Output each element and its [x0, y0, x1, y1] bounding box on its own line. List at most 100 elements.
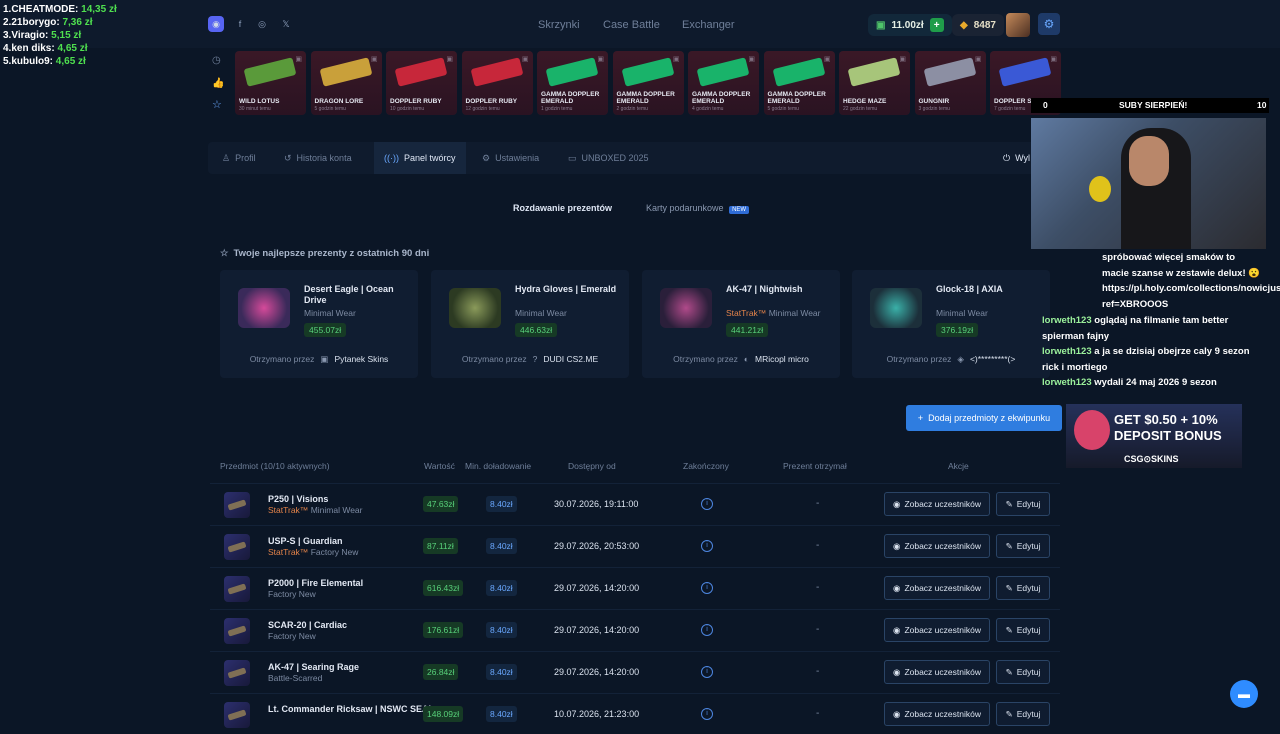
min-deposit: 8.40zł — [486, 538, 517, 554]
leaderboard-row: 2.21borygo: 7,36 zł — [3, 17, 93, 28]
nav-skrzynki[interactable]: Skrzynki — [538, 19, 580, 31]
case-icon: ▣ — [1050, 56, 1057, 63]
view-participants-button[interactable]: ◉ Zobacz uczestników — [884, 702, 990, 726]
live-drop-card[interactable]: ▣ DRAGON LORE 5 godzin temu — [310, 51, 382, 115]
subs-goal-bar: 0 SUBY SIERPIEŃ! 10 — [1031, 98, 1269, 113]
tab-logout[interactable]: ⏻ Wyl — [1003, 142, 1030, 174]
discord-icon[interactable]: ◉ — [208, 16, 224, 32]
subtab-gift-cards[interactable]: Karty podarunkowe NEW — [646, 203, 750, 214]
info-icon[interactable]: i — [701, 498, 713, 510]
edit-button[interactable]: ✎ Edytuj — [996, 576, 1050, 600]
info-icon[interactable]: i — [701, 582, 713, 594]
view-participants-button[interactable]: ◉ Zobacz uczestników — [884, 576, 990, 600]
live-drop-card[interactable]: ▣ GAMMA DOPPLER EMERALD 1 godzin temu — [537, 51, 608, 115]
eye-icon: ◉ — [893, 624, 901, 635]
info-icon[interactable]: i — [701, 540, 713, 552]
live-drop-card[interactable]: ▣ HEDGE MAZE 22 godzin temu — [839, 51, 910, 115]
live-drop-card[interactable]: ▣ GAMMA DOPPLER EMERALD 4 godzin temu — [688, 51, 759, 115]
live-drops-bar: ▣ WILD LOTUS 30 minut temu ▣ DRAGON LORE 5 go… — [205, 48, 1065, 118]
chat-top-message: spróbować więcej smaków to macie szanse … — [1102, 252, 1280, 310]
gift-card[interactable]: Desert Eagle | Ocean Drive Minimal Wear … — [220, 270, 418, 378]
view-participants-button[interactable]: ◉ Zobacz uczestników — [884, 492, 990, 516]
avatar[interactable] — [1006, 13, 1030, 37]
chat-line: lorweth123 a ja se dzisiaj obejrze caly … — [1042, 346, 1250, 373]
available-date: 10.07.2026, 21:23:00 — [554, 709, 640, 719]
tab-unboxed[interactable]: ▭ UNBOXED 2025 — [568, 142, 649, 174]
leaderboard-row: 5.kubulo9: 4,65 zł — [3, 56, 86, 67]
new-badge: NEW — [729, 206, 750, 214]
tab-profil[interactable]: ♙ Profil — [222, 142, 256, 174]
plus-icon: + — [917, 413, 924, 423]
item-value: 87.11zł — [423, 538, 458, 554]
balance-value: 11.00zł — [891, 19, 924, 31]
gift-card[interactable]: AK-47 | Nightwish StatTrak™ Minimal Wear… — [642, 270, 840, 378]
points-pill[interactable]: ◆ 8487 — [952, 14, 1004, 36]
received-by: Otrzymano przez ◈ <)*********(> — [886, 354, 1016, 364]
received-by: Otrzymano przez? DUDI CS2.ME — [461, 354, 599, 364]
live-drop-card[interactable]: ▣ GAMMA DOPPLER EMERALD 2 godzin temu — [612, 51, 684, 115]
item-name: P250 | Visions — [268, 494, 329, 504]
edit-icon: ✎ — [1005, 708, 1013, 719]
nav-exchanger[interactable]: Exchanger — [682, 19, 735, 31]
support-chat-button[interactable]: ▬ — [1230, 680, 1258, 708]
gift-card[interactable]: Hydra Gloves | Emerald Minimal Wear 446.… — [431, 270, 629, 378]
tab-panel-tworcy[interactable]: ((·)) Panel twórcy — [374, 142, 466, 174]
info-icon[interactable]: i — [701, 708, 713, 720]
edit-button[interactable]: ✎ Edytuj — [996, 660, 1050, 684]
live-drop-card[interactable]: ▣ DOPPLER RUBY 12 godzin temu — [461, 51, 533, 115]
live-drop-card[interactable]: ▣ WILD LOTUS 30 minut temu — [235, 51, 306, 115]
edit-icon: ✎ — [1005, 498, 1013, 509]
gift-item-image — [238, 288, 290, 328]
add-items-button[interactable]: + Dodaj przedmioty z ekwipunku — [906, 405, 1062, 431]
edit-button[interactable]: ✎ Edytuj — [996, 534, 1050, 558]
user-icon: ♙ — [222, 152, 231, 163]
drop-name: DRAGON LORE — [314, 98, 364, 105]
live-drop-card[interactable]: ▣ GUNGNIR 3 godzin temu — [914, 51, 986, 115]
promo-mascot — [1074, 410, 1110, 450]
facebook-icon[interactable]: f — [232, 16, 248, 32]
x-icon[interactable]: 𝕏 — [278, 16, 294, 32]
item-value: 176.61zł — [423, 622, 464, 638]
tab-ustawienia[interactable]: ⚙ Ustawienia — [482, 142, 539, 174]
subtab-giveaways[interactable]: Rozdawanie prezentów — [513, 203, 612, 213]
instagram-icon[interactable]: ◎ — [254, 16, 270, 32]
live-drop-card[interactable]: ▣ DOPPLER RUBY 10 godzin temu — [386, 51, 457, 115]
item-name: P2000 | Fire Elemental — [268, 578, 364, 588]
item-condition: StatTrak™ Factory New — [268, 547, 359, 557]
skin-image — [621, 57, 674, 87]
info-icon[interactable]: i — [701, 624, 713, 636]
drop-name: GAMMA DOPPLER EMERALD — [692, 91, 751, 105]
case-icon: ▣ — [370, 56, 378, 63]
item-name: AK-47 | Searing Rage — [268, 662, 360, 672]
drop-name: GUNGNIR — [918, 98, 950, 105]
info-icon[interactable]: i — [701, 666, 713, 678]
tab-historia[interactable]: ↺ Historia konta — [284, 142, 352, 174]
drop-name: GAMMA DOPPLER EMERALD — [541, 91, 600, 105]
view-participants-button[interactable]: ◉ Zobacz uczestników — [884, 534, 990, 558]
edit-button[interactable]: ✎ Edytuj — [996, 618, 1050, 642]
nav-case-battle[interactable]: Case Battle — [603, 19, 660, 31]
deposit-plus-icon[interactable]: + — [929, 18, 944, 32]
view-participants-button[interactable]: ◉ Zobacz uczestników — [884, 660, 990, 684]
item-image — [224, 534, 250, 560]
case-icon: ▣ — [974, 56, 982, 63]
calendar-icon: ▭ — [568, 152, 577, 163]
item-image — [224, 702, 250, 728]
edit-button[interactable]: ✎ Edytuj — [996, 492, 1050, 516]
available-date: 30.07.2026, 19:11:00 — [554, 499, 639, 509]
live-drop-card[interactable]: ▣ GAMMA DOPPLER EMERALD 5 godzin temu — [763, 51, 835, 115]
case-icon: ▣ — [295, 56, 302, 63]
edit-button[interactable]: ✎ Edytuj — [996, 702, 1050, 726]
skin-image — [696, 57, 750, 87]
col-value: Wartość — [424, 461, 455, 471]
balance-pill[interactable]: ▣ 11.00zł + — [868, 14, 952, 36]
gift-card[interactable]: Glock-18 | AXIA Minimal Wear 376.19zł Ot… — [852, 270, 1050, 378]
gift-receiver: - — [816, 498, 820, 509]
case-icon: ▣ — [748, 56, 755, 63]
item-value: 616.43zł — [423, 580, 464, 596]
item-image — [224, 576, 250, 602]
drop-name: HEDGE MAZE — [843, 98, 887, 105]
settings-icon[interactable]: ⚙ — [1038, 13, 1060, 35]
item-condition: Battle-Scarred — [268, 673, 323, 683]
view-participants-button[interactable]: ◉ Zobacz uczestników — [884, 618, 990, 642]
